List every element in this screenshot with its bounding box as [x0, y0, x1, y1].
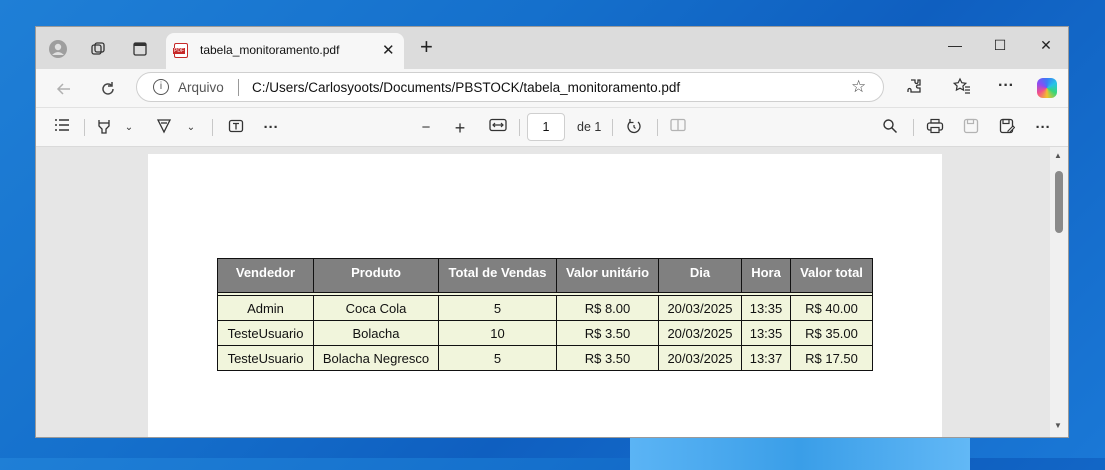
- table-cell: 20/03/2025: [658, 295, 742, 321]
- address-divider: [238, 79, 239, 96]
- toolbar-divider: [913, 119, 914, 136]
- toolbar-divider: [612, 119, 613, 136]
- table-cell: 13:35: [741, 295, 791, 321]
- minimize-button[interactable]: —: [945, 37, 965, 53]
- column-header: Produto: [313, 258, 439, 293]
- highlight-icon[interactable]: [94, 118, 114, 138]
- back-icon[interactable]: [52, 77, 76, 101]
- draw-icon[interactable]: [154, 118, 174, 138]
- toolbar-divider: [657, 119, 658, 136]
- tab-title: tabela_monitoramento.pdf: [200, 43, 340, 57]
- table-cell: R$ 3.50: [556, 320, 659, 346]
- print-icon[interactable]: [925, 118, 945, 138]
- table-cell: Coca Cola: [313, 295, 439, 321]
- table-cell: 13:37: [741, 345, 791, 371]
- draw-dropdown-chevron-icon[interactable]: ⌄: [184, 118, 198, 138]
- table-cell: R$ 40.00: [790, 295, 873, 321]
- scroll-down-icon[interactable]: ▼: [1054, 421, 1062, 430]
- info-icon[interactable]: i: [153, 79, 169, 95]
- address-scheme: Arquivo: [178, 80, 224, 95]
- favorites-icon[interactable]: [950, 77, 974, 101]
- table-cell: R$ 8.00: [556, 295, 659, 321]
- table-header-row: Vendedor Produto Total de Vendas Valor u…: [217, 258, 873, 293]
- save-as-icon[interactable]: [997, 118, 1017, 138]
- zoom-out-icon[interactable]: −: [416, 118, 436, 138]
- column-header: Dia: [658, 258, 742, 293]
- more-tools-icon[interactable]: ···: [260, 118, 282, 138]
- table-cell: Bolacha: [313, 320, 439, 346]
- vertical-scrollbar[interactable]: ▲ ▼: [1050, 147, 1068, 437]
- column-header: Valor unitário: [556, 258, 659, 293]
- table-cell: 5: [438, 295, 557, 321]
- pdf-toolbar: ⌄ ⌄ ··· − + 1 de 1 ···: [36, 107, 1068, 147]
- new-tab-button[interactable]: +: [420, 36, 433, 58]
- fit-page-icon[interactable]: [487, 118, 509, 138]
- save-icon[interactable]: [961, 118, 981, 138]
- pdf-viewer-area: Vendedor Produto Total de Vendas Valor u…: [36, 147, 1068, 437]
- pdf-file-icon: PDF: [173, 43, 188, 58]
- two-page-icon[interactable]: [668, 118, 688, 138]
- table-row: TesteUsuario Bolacha Negresco 5 R$ 3.50 …: [217, 345, 873, 371]
- table-cell: 20/03/2025: [658, 345, 742, 371]
- table-cell: R$ 17.50: [790, 345, 873, 371]
- tab-pdf[interactable]: PDF tabela_monitoramento.pdf ✕: [166, 33, 404, 69]
- address-bar[interactable]: i Arquivo C:/Users/Carlosyoots/Documents…: [136, 72, 884, 102]
- toolbar-divider: [519, 119, 520, 136]
- close-window-button[interactable]: ✕: [1036, 37, 1056, 54]
- table-cell: Admin: [217, 295, 314, 321]
- rotate-icon[interactable]: [624, 118, 644, 138]
- column-header: Vendedor: [217, 258, 314, 293]
- toolbar-divider: [84, 119, 85, 136]
- address-url[interactable]: C:/Users/Carlosyoots/Documents/PBSTOCK/t…: [252, 80, 680, 95]
- column-header: Valor total: [790, 258, 873, 293]
- refresh-icon[interactable]: [96, 77, 120, 101]
- search-icon[interactable]: [880, 118, 900, 138]
- contents-icon[interactable]: [52, 118, 72, 138]
- profile-icon[interactable]: [44, 35, 72, 63]
- table-cell: 5: [438, 345, 557, 371]
- table-cell: R$ 35.00: [790, 320, 873, 346]
- extensions-icon[interactable]: [902, 77, 926, 101]
- table-cell: 20/03/2025: [658, 320, 742, 346]
- scrollbar-thumb[interactable]: [1055, 171, 1063, 233]
- table-cell: 10: [438, 320, 557, 346]
- favorite-star-icon[interactable]: ☆: [851, 77, 866, 97]
- pdf-more-icon[interactable]: ···: [1032, 118, 1054, 138]
- table-cell: TesteUsuario: [217, 345, 314, 371]
- table-cell: Bolacha Negresco: [313, 345, 439, 371]
- scroll-up-icon[interactable]: ▲: [1054, 151, 1062, 160]
- tab-strip: PDF tabela_monitoramento.pdf ✕ + — ☐ ✕: [36, 27, 1068, 69]
- pdf-page: Vendedor Produto Total de Vendas Valor u…: [148, 154, 942, 437]
- table-row: TesteUsuario Bolacha 10 R$ 3.50 20/03/20…: [217, 320, 873, 346]
- table-cell: 13:35: [741, 320, 791, 346]
- sales-table: Vendedor Produto Total de Vendas Valor u…: [217, 258, 873, 371]
- workspaces-icon[interactable]: [84, 35, 112, 63]
- tab-actions-icon[interactable]: [126, 35, 154, 63]
- maximize-button[interactable]: ☐: [990, 37, 1010, 54]
- navigation-bar: i Arquivo C:/Users/Carlosyoots/Documents…: [36, 69, 1068, 107]
- toolbar-divider: [212, 119, 213, 136]
- column-header: Hora: [741, 258, 791, 293]
- tab-close-icon[interactable]: ✕: [382, 41, 395, 59]
- table-cell: TesteUsuario: [217, 320, 314, 346]
- highlight-dropdown-chevron-icon[interactable]: ⌄: [122, 118, 136, 138]
- column-header: Total de Vendas: [438, 258, 557, 293]
- browser-window: PDF tabela_monitoramento.pdf ✕ + — ☐ ✕ i…: [35, 26, 1069, 438]
- page-count-label: de 1: [577, 120, 602, 134]
- more-icon[interactable]: ···: [994, 77, 1018, 101]
- table-cell: R$ 3.50: [556, 345, 659, 371]
- table-row: Admin Coca Cola 5 R$ 8.00 20/03/2025 13:…: [217, 295, 873, 321]
- page-number-input[interactable]: 1: [527, 113, 565, 141]
- text-icon[interactable]: [226, 118, 246, 138]
- copilot-icon[interactable]: [1037, 78, 1057, 98]
- zoom-in-icon[interactable]: +: [450, 118, 470, 138]
